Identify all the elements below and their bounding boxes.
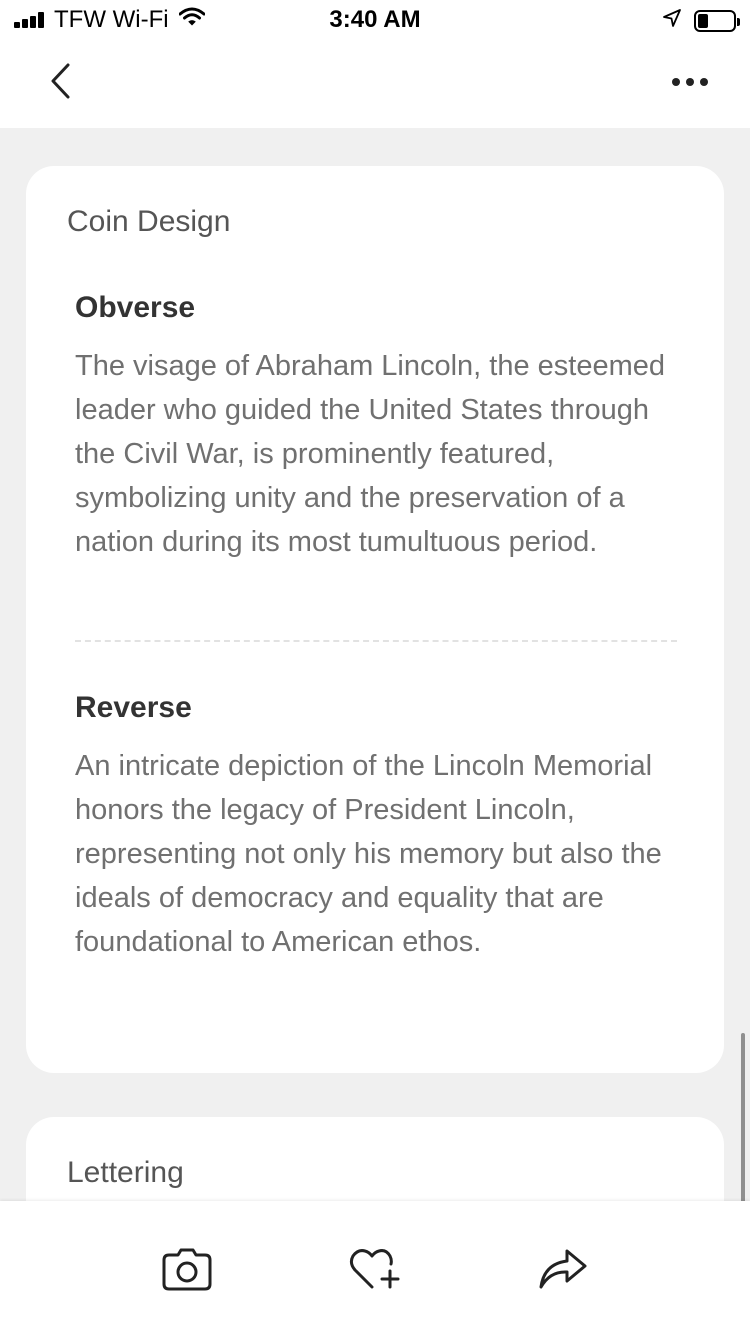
share-icon [537,1247,589,1296]
scrollbar[interactable] [741,1033,745,1201]
bottom-toolbar [0,1201,750,1334]
camera-icon [161,1246,213,1297]
battery-icon [694,9,740,32]
reverse-section: Reverse An intricate depiction of the Li… [75,688,685,964]
obverse-section: Obverse The visage of Abraham Lincoln, t… [75,288,685,564]
section-divider [75,640,677,642]
reverse-description: An intricate depiction of the Lincoln Me… [75,750,662,958]
ellipsis-icon [670,74,710,92]
status-time: 3:40 AM [329,6,421,33]
heart-plus-icon [348,1246,402,1297]
share-button[interactable] [533,1241,593,1301]
back-button[interactable] [38,60,82,106]
content-area[interactable]: Coin Design Obverse The visage of Abraha… [0,128,750,1201]
chevron-left-icon [48,62,72,105]
coin-design-card: Coin Design Obverse The visage of Abraha… [26,166,724,1073]
location-arrow-icon [662,8,682,33]
nav-bar [0,40,750,128]
card-title: Coin Design [67,205,231,238]
camera-button[interactable] [157,1241,217,1301]
more-options-button[interactable] [660,66,720,100]
obverse-heading: Obverse [75,291,196,324]
lettering-card-title: Lettering [67,1156,184,1189]
lettering-card: Lettering [26,1117,724,1201]
add-favorite-button[interactable] [345,1241,405,1301]
reverse-heading: Reverse [75,691,192,724]
status-right [662,8,740,33]
obverse-description: The visage of Abraham Lincoln, the estee… [75,350,666,558]
status-bar: TFW Wi-Fi 3:40 AM [0,0,750,40]
